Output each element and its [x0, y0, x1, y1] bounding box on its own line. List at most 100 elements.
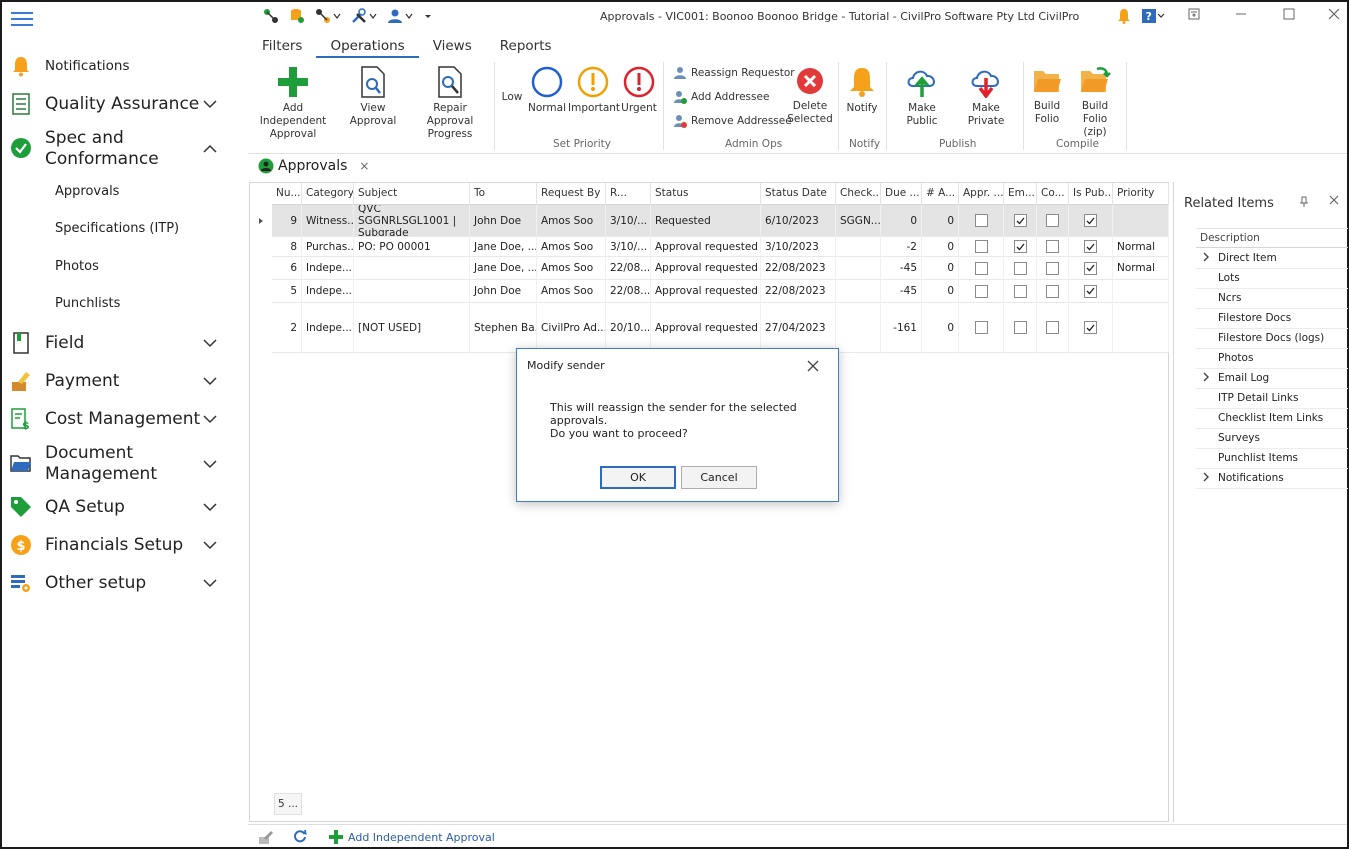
- table-cell[interactable]: Amos Soo: [537, 205, 606, 237]
- column-header[interactable]: Due ...: [881, 183, 922, 205]
- checkbox-unchecked[interactable]: [974, 240, 988, 253]
- nav-notifications[interactable]: Notifications: [2, 54, 246, 78]
- table-cell[interactable]: Approval requested: [651, 280, 761, 303]
- tab-views[interactable]: Views: [419, 36, 486, 58]
- chevron-down-icon[interactable]: [203, 374, 217, 388]
- table-cell[interactable]: Stephen Ba...: [470, 303, 537, 353]
- chevron-down-icon[interactable]: [203, 538, 217, 552]
- customize-qat-icon[interactable]: [423, 11, 433, 21]
- nav-spec-conformance[interactable]: Spec and Conformance: [2, 126, 246, 172]
- checkbox-checked[interactable]: [1013, 214, 1027, 227]
- related-item[interactable]: Surveys: [1196, 429, 1348, 449]
- column-header[interactable]: Status Date: [761, 183, 836, 205]
- ok-button[interactable]: OK: [600, 466, 676, 489]
- table-cell[interactable]: Witness...: [302, 205, 354, 237]
- minimize-icon[interactable]: [1233, 8, 1249, 24]
- tools-icon[interactable]: [351, 8, 377, 24]
- table-cell[interactable]: 0: [922, 257, 959, 280]
- chevron-down-icon[interactable]: [203, 500, 217, 514]
- hamburger-menu-icon[interactable]: [11, 12, 33, 30]
- related-item[interactable]: Ncrs: [1196, 289, 1348, 309]
- table-cell[interactable]: [354, 280, 470, 303]
- user-icon[interactable]: [387, 8, 413, 24]
- chevron-down-icon[interactable]: [203, 457, 217, 471]
- nav-cost-management[interactable]: $ Cost Management: [2, 407, 246, 431]
- chevron-right-icon[interactable]: [1202, 469, 1210, 488]
- table-cell[interactable]: 3/10/...: [606, 237, 651, 257]
- chevron-right-icon[interactable]: [1202, 369, 1210, 388]
- table-cell[interactable]: 22/08...: [606, 280, 651, 303]
- priority-low-button[interactable]: Low: [500, 91, 524, 104]
- table-cell[interactable]: 8: [272, 237, 302, 257]
- table-cell[interactable]: Approval requested: [651, 257, 761, 280]
- table-cell[interactable]: 22/08/2023: [761, 280, 836, 303]
- table-cell[interactable]: Approval requested: [651, 303, 761, 353]
- close-panel-icon[interactable]: [1329, 194, 1339, 209]
- build-folio-zip-button[interactable]: Build Folio (zip): [1068, 66, 1122, 139]
- chevron-down-icon[interactable]: [203, 336, 217, 350]
- notification-bell-icon[interactable]: [1116, 8, 1132, 24]
- table-cell[interactable]: PO: PO 00001: [354, 237, 470, 257]
- table-cell[interactable]: SGGN...: [836, 205, 881, 237]
- maximize-icon[interactable]: [1281, 8, 1297, 24]
- table-cell[interactable]: Jane Doe, ...: [470, 257, 537, 280]
- workflow-dropdown-icon[interactable]: [315, 8, 341, 24]
- table-cell[interactable]: 0: [881, 205, 922, 237]
- document-tab-approvals[interactable]: Approvals ×: [258, 158, 369, 174]
- table-cell[interactable]: 0: [922, 280, 959, 303]
- column-header[interactable]: Request By: [537, 183, 606, 205]
- related-item[interactable]: Notifications: [1196, 469, 1348, 489]
- workflow-icon[interactable]: [263, 8, 279, 24]
- table-cell[interactable]: [354, 257, 470, 280]
- related-item[interactable]: Lots: [1196, 269, 1348, 289]
- checkbox-unchecked[interactable]: [1046, 240, 1059, 253]
- table-cell[interactable]: Indepe...: [302, 257, 354, 280]
- reassign-requestor-button[interactable]: Reassign Requestor: [673, 66, 795, 80]
- checkbox-unchecked[interactable]: [1013, 321, 1027, 334]
- dialog-close-icon[interactable]: [807, 354, 819, 377]
- table-cell[interactable]: Normal: [1113, 237, 1169, 257]
- nav-field[interactable]: Field: [2, 331, 246, 355]
- related-item[interactable]: Photos: [1196, 349, 1348, 369]
- checkbox-unchecked[interactable]: [1046, 261, 1059, 275]
- nav-other-setup[interactable]: Other setup: [2, 571, 246, 595]
- table-cell[interactable]: [836, 280, 881, 303]
- remove-addressee-button[interactable]: Remove Addressee: [673, 114, 792, 128]
- table-cell[interactable]: Purchas...: [302, 237, 354, 257]
- table-cell[interactable]: 20/10...: [606, 303, 651, 353]
- table-cell[interactable]: 2: [272, 303, 302, 353]
- checkbox-checked[interactable]: [1013, 240, 1027, 253]
- make-private-button[interactable]: Make Private: [954, 66, 1018, 128]
- add-addressee-button[interactable]: Add Addressee: [673, 90, 769, 104]
- status-add-independent-approval-button[interactable]: Add Independent Approval: [328, 829, 495, 845]
- nav-financials-setup[interactable]: $ Financials Setup: [2, 533, 246, 557]
- notify-button[interactable]: Notify: [844, 66, 880, 115]
- add-independent-approval-button[interactable]: Add Independent Approval: [252, 66, 334, 141]
- tab-operations[interactable]: Operations: [316, 36, 419, 58]
- table-cell[interactable]: 0: [922, 303, 959, 353]
- checkbox-unchecked[interactable]: [1013, 284, 1027, 298]
- column-header[interactable]: Priority: [1113, 183, 1169, 205]
- priority-important-button[interactable]: Important: [568, 66, 620, 115]
- table-cell[interactable]: 0: [922, 205, 959, 237]
- refresh-icon[interactable]: [293, 829, 307, 843]
- table-cell[interactable]: [1113, 303, 1169, 353]
- table-cell[interactable]: Jane Doe, ...: [470, 237, 537, 257]
- table-cell[interactable]: [1113, 280, 1169, 303]
- chevron-up-icon[interactable]: [203, 142, 217, 156]
- view-approval-button[interactable]: View Approval: [338, 66, 408, 128]
- related-item[interactable]: Checklist Item Links: [1196, 409, 1348, 429]
- related-item[interactable]: Direct Item: [1196, 249, 1348, 269]
- checkbox-unchecked[interactable]: [974, 261, 988, 275]
- table-cell[interactable]: Amos Soo: [537, 237, 606, 257]
- column-header[interactable]: Co...: [1037, 183, 1069, 205]
- restore-ribbon-icon[interactable]: [1186, 8, 1202, 24]
- sub-item-punchlists[interactable]: Punchlists: [55, 296, 120, 311]
- table-cell[interactable]: 5: [272, 280, 302, 303]
- column-header[interactable]: Category: [302, 183, 354, 205]
- table-cell[interactable]: 6: [272, 257, 302, 280]
- table-cell[interactable]: -2: [881, 237, 922, 257]
- table-cell[interactable]: [836, 237, 881, 257]
- checkbox-unchecked[interactable]: [974, 284, 988, 298]
- cancel-button[interactable]: Cancel: [681, 466, 757, 489]
